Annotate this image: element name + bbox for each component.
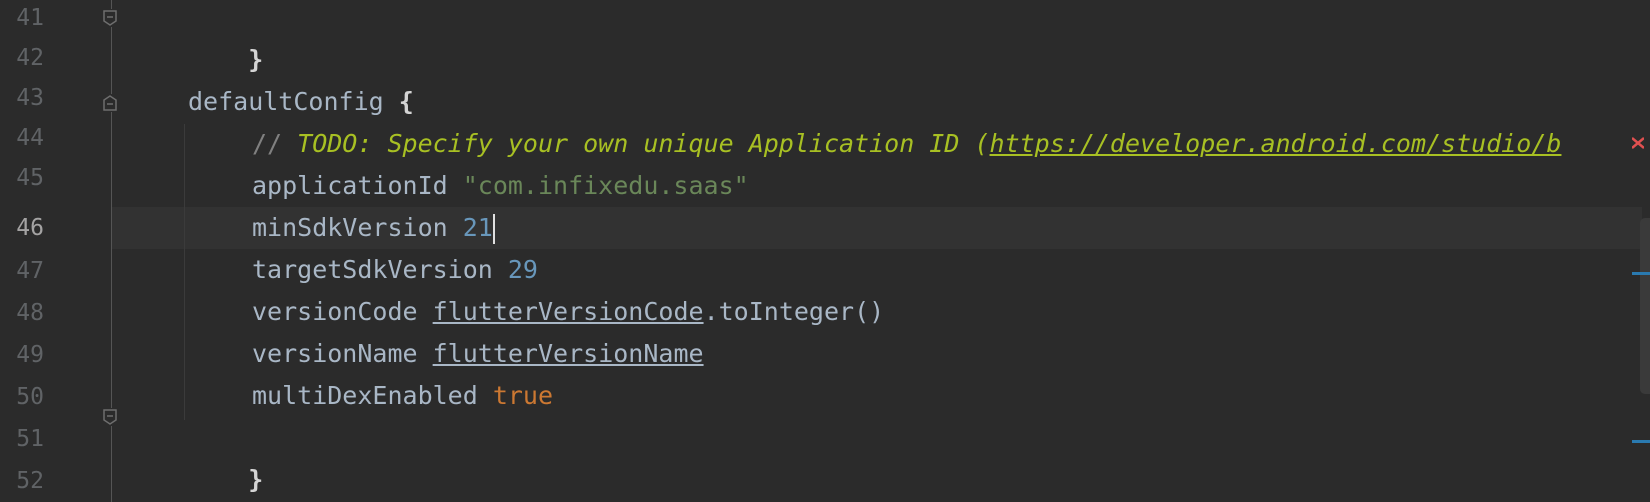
text-caret — [492, 214, 495, 244]
variable-reference[interactable]: flutterVersionName — [433, 339, 704, 368]
variable-reference[interactable]: flutterVersionCode — [433, 297, 704, 326]
fold-end-icon[interactable] — [102, 408, 118, 426]
error-marker-icon[interactable] — [1632, 136, 1644, 150]
code-line-48[interactable]: versionCode flutterVersionCode.toInteger… — [252, 291, 884, 333]
change-marker[interactable] — [1632, 440, 1650, 443]
line-number: 43 — [16, 85, 44, 111]
change-marker[interactable] — [1632, 272, 1650, 275]
boolean-value: true — [492, 381, 554, 410]
line-number: 48 — [16, 300, 44, 326]
line-number: 42 — [16, 45, 44, 71]
line-number: 47 — [16, 258, 44, 284]
todo-comment: TODO: Specify your own unique Applicatio… — [297, 129, 990, 158]
property-key: targetSdkVersion — [252, 255, 508, 284]
code-line-50[interactable]: multiDexEnabled true — [252, 375, 553, 417]
line-number-current: 46 — [16, 215, 44, 241]
code-editor[interactable]: 41 42 43 44 45 46 47 48 49 50 51 52 } de… — [0, 0, 1650, 502]
line-number: 41 — [16, 5, 44, 31]
code-line-51[interactable]: } — [188, 417, 263, 494]
number-value: 21 — [462, 213, 493, 242]
code-line-41[interactable]: } — [188, 0, 263, 74]
line-number: 51 — [16, 426, 44, 452]
code-line-49[interactable]: versionName flutterVersionName — [252, 333, 704, 375]
block-name: defaultConfig — [188, 87, 399, 116]
code-line-44[interactable]: // TODO: Specify your own unique Applica… — [252, 123, 1561, 165]
fold-start-icon[interactable] — [102, 94, 118, 112]
gutter-divider — [111, 0, 112, 502]
code-line-43[interactable]: defaultConfig { — [188, 81, 414, 123]
gutter[interactable]: 41 42 43 44 45 46 47 48 49 50 51 52 — [0, 0, 110, 502]
number-value: 29 — [507, 255, 538, 284]
fold-end-icon[interactable] — [102, 9, 118, 27]
code-line-45[interactable]: applicationId "com.infixedu.saas" — [252, 165, 749, 207]
property-key: versionName — [252, 339, 433, 368]
property-key: minSdkVersion — [252, 213, 463, 242]
comment-link[interactable]: https://developer.android.com/studio/b — [990, 129, 1562, 158]
line-number: 52 — [16, 468, 44, 494]
code-line-47[interactable]: targetSdkVersion 29 — [252, 249, 538, 291]
string-value: "com.infixedu.saas" — [462, 171, 749, 200]
method-call: .toInteger() — [703, 297, 885, 326]
line-number: 44 — [16, 125, 44, 151]
line-number: 45 — [16, 165, 44, 191]
property-key: multiDexEnabled — [252, 381, 493, 410]
comment-prefix: // — [252, 129, 298, 158]
closing-brace: } — [248, 465, 264, 494]
line-number: 50 — [16, 384, 44, 410]
opening-brace: { — [398, 87, 414, 116]
property-key: versionCode — [252, 297, 433, 326]
indent-guide — [184, 124, 185, 420]
property-key: applicationId — [252, 171, 463, 200]
vertical-scrollbar[interactable] — [1640, 218, 1650, 394]
line-number: 49 — [16, 342, 44, 368]
code-line-46[interactable]: minSdkVersion 21 — [252, 207, 495, 249]
closing-brace: } — [248, 45, 264, 74]
